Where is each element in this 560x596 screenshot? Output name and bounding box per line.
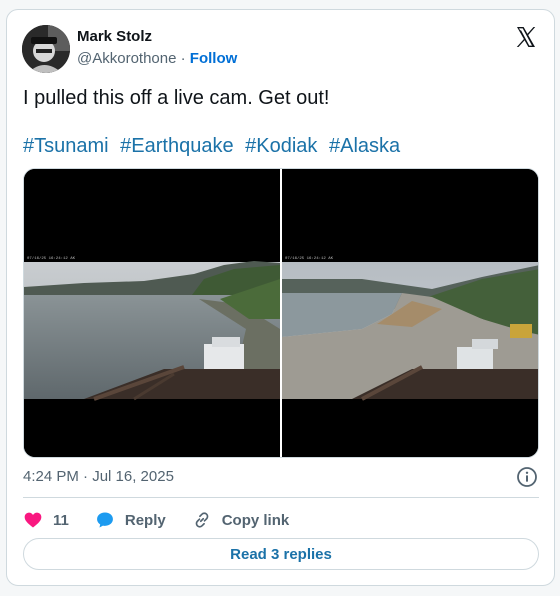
avatar-photo bbox=[22, 25, 70, 73]
author-handle-line: @Akkorothone · Follow bbox=[77, 50, 237, 67]
like-button[interactable]: 11 bbox=[23, 510, 69, 530]
author-handle[interactable]: @Akkorothone bbox=[77, 50, 176, 67]
action-bar: 11 Reply Copy link bbox=[23, 508, 315, 532]
like-count: 11 bbox=[53, 511, 69, 529]
hashtag-earthquake[interactable]: #Earthquake bbox=[120, 135, 233, 157]
tweet-card: Mark Stolz @Akkorothone · Follow I pulle… bbox=[6, 9, 555, 586]
reply-button[interactable]: Reply bbox=[95, 510, 166, 530]
avatar[interactable] bbox=[22, 25, 70, 73]
live-cam-image-right[interactable]: 07/16/25 16:24:12 AK bbox=[282, 169, 538, 457]
hashtag-list: #Tsunami #Earthquake #Kodiak #Alaska bbox=[23, 134, 406, 158]
actions-divider bbox=[23, 497, 539, 498]
copy-link-label: Copy link bbox=[221, 511, 290, 529]
info-icon[interactable] bbox=[516, 466, 538, 488]
hashtag-kodiak[interactable]: #Kodiak bbox=[245, 135, 317, 157]
read-replies-button[interactable]: Read 3 replies bbox=[23, 538, 539, 570]
x-logo-icon[interactable] bbox=[514, 25, 538, 49]
cam-timestamp-left: 07/16/25 16:24:12 AK bbox=[27, 256, 76, 261]
media-grid[interactable]: 07/16/25 16:24:12 AK 07/16/25 16:24:12 A… bbox=[23, 168, 539, 458]
heart-icon bbox=[24, 512, 42, 528]
link-icon bbox=[195, 512, 209, 528]
hashtag-alaska[interactable]: #Alaska bbox=[329, 135, 400, 157]
live-cam-image-left[interactable]: 07/16/25 16:24:12 AK bbox=[24, 169, 280, 457]
tweet-text: I pulled this off a live cam. Get out! bbox=[23, 87, 330, 109]
handle-separator: · bbox=[180, 50, 186, 67]
copy-link-button[interactable]: Copy link bbox=[192, 510, 290, 530]
author-name[interactable]: Mark Stolz bbox=[77, 28, 152, 45]
hashtag-tsunami[interactable]: #Tsunami bbox=[23, 135, 109, 157]
cam-timestamp-right: 07/16/25 16:24:12 AK bbox=[285, 256, 334, 261]
tweet-timestamp[interactable]: 4:24 PM · Jul 16, 2025 bbox=[23, 468, 174, 485]
follow-button[interactable]: Follow bbox=[190, 50, 238, 67]
reply-label: Reply bbox=[124, 511, 166, 529]
reply-bubble-icon bbox=[96, 512, 113, 528]
